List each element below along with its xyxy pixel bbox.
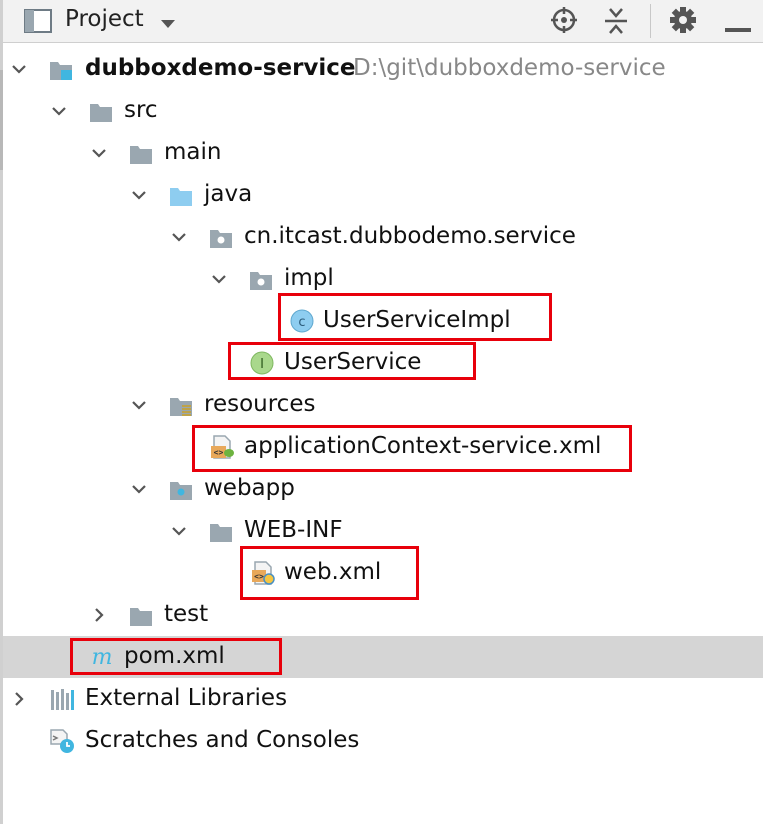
module-name: dubboxdemo-service	[85, 55, 356, 81]
chevron-down-icon[interactable]	[171, 229, 187, 245]
tree-node-resources[interactable]: resources	[3, 384, 763, 426]
tree-label: impl	[284, 265, 334, 291]
project-view-icon	[24, 9, 52, 37]
highlight-box-pom	[70, 638, 282, 675]
resources-folder-icon	[170, 398, 192, 416]
web-folder-icon	[170, 482, 192, 500]
chevron-down-icon[interactable]	[131, 397, 147, 413]
chevron-down-icon[interactable]	[211, 271, 227, 287]
chevron-down-icon[interactable]	[51, 103, 67, 119]
locate-target-icon[interactable]	[551, 7, 577, 37]
tree-label: Scratches and Consoles	[85, 727, 360, 753]
folder-icon	[90, 104, 112, 122]
tree-label: WEB-INF	[244, 517, 343, 543]
tree-label: src	[124, 97, 158, 123]
tree-node-java[interactable]: java	[3, 174, 763, 216]
view-dropdown-icon[interactable]	[160, 15, 176, 34]
tree-label: External Libraries	[85, 685, 288, 711]
tree-node-external-libraries[interactable]: External Libraries	[3, 678, 763, 720]
tree-label: cn.itcast.dubbodemo.service	[244, 223, 576, 249]
chevron-down-icon[interactable]	[171, 523, 187, 539]
package-icon	[250, 272, 272, 290]
folder-icon	[210, 524, 232, 542]
folder-icon	[130, 146, 152, 164]
highlight-box-userserviceimpl	[278, 293, 552, 341]
folder-icon	[130, 608, 152, 626]
project-header: Project	[3, 0, 763, 43]
chevron-right-icon[interactable]	[11, 691, 27, 707]
tree-label: webapp	[204, 475, 295, 501]
settings-gear-icon[interactable]	[669, 6, 697, 38]
tree-node-src[interactable]: src	[3, 90, 763, 132]
module-path: D:\git\dubboxdemo-service	[353, 55, 666, 81]
chevron-down-icon[interactable]	[11, 61, 27, 77]
tree-node-package[interactable]: cn.itcast.dubbodemo.service	[3, 216, 763, 258]
header-separator	[650, 4, 651, 38]
chevron-down-icon[interactable]	[91, 145, 107, 161]
tree-node-test[interactable]: test	[3, 594, 763, 636]
tree-node-webapp[interactable]: webapp	[3, 468, 763, 510]
tree-label: resources	[204, 391, 316, 417]
scratches-icon	[50, 729, 74, 753]
highlight-box-web-xml	[240, 546, 419, 600]
tree-node-main[interactable]: main	[3, 132, 763, 174]
tree-node-module[interactable]: dubboxdemo-service D:\git\dubboxdemo-ser…	[3, 48, 763, 90]
package-icon	[210, 230, 232, 248]
tree-label: test	[164, 601, 209, 627]
highlight-box-userservice	[228, 342, 476, 380]
libraries-icon	[51, 689, 74, 710]
collapse-all-icon[interactable]	[603, 7, 629, 39]
tree-label: main	[164, 139, 222, 165]
highlight-box-application-context	[192, 425, 632, 472]
panel-title[interactable]: Project	[65, 6, 144, 32]
chevron-down-icon[interactable]	[131, 187, 147, 203]
tree-node-scratches[interactable]: Scratches and Consoles	[3, 720, 763, 762]
source-folder-icon	[170, 188, 192, 206]
chevron-right-icon[interactable]	[91, 607, 107, 623]
chevron-down-icon[interactable]	[131, 481, 147, 497]
tree-label: java	[204, 181, 253, 207]
hide-panel-icon[interactable]	[725, 19, 751, 38]
project-panel: Project dubboxdemo-service D:\git\dubbox…	[0, 0, 763, 824]
module-folder-icon	[50, 62, 72, 80]
